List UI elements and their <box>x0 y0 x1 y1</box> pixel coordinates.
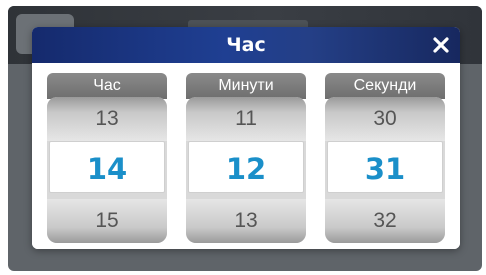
dialog-title: Час <box>226 34 266 56</box>
hours-selected-value[interactable]: 14 <box>49 141 165 193</box>
minutes-header: Минути <box>186 73 306 99</box>
hours-column: Час 13 14 15 <box>47 73 167 243</box>
close-icon <box>433 37 449 53</box>
seconds-header: Секунди <box>325 73 445 99</box>
minutes-wheel[interactable]: 11 12 13 <box>186 97 306 243</box>
hours-wheel[interactable]: 13 14 15 <box>47 97 167 243</box>
seconds-next-value[interactable]: 32 <box>325 199 445 243</box>
hours-next-value[interactable]: 15 <box>47 199 167 243</box>
minutes-next-value[interactable]: 13 <box>186 199 306 243</box>
minutes-prev-value[interactable]: 11 <box>186 97 306 141</box>
seconds-selected-value[interactable]: 31 <box>327 141 443 193</box>
hours-header: Час <box>47 73 167 99</box>
dialog-titlebar: Час <box>32 27 460 63</box>
seconds-column: Секунди 30 31 32 <box>325 73 445 243</box>
minutes-selected-value[interactable]: 12 <box>188 141 304 193</box>
minutes-column: Минути 11 12 13 <box>186 73 306 243</box>
dialog-body: Час 13 14 15 Минути 11 12 13 Секунди 30 … <box>32 63 460 249</box>
time-picker-dialog: Час Час 13 14 15 Минути 11 12 13 Секунди… <box>32 27 460 249</box>
close-button[interactable] <box>428 32 454 58</box>
seconds-prev-value[interactable]: 30 <box>325 97 445 141</box>
hours-prev-value[interactable]: 13 <box>47 97 167 141</box>
seconds-wheel[interactable]: 30 31 32 <box>325 97 445 243</box>
